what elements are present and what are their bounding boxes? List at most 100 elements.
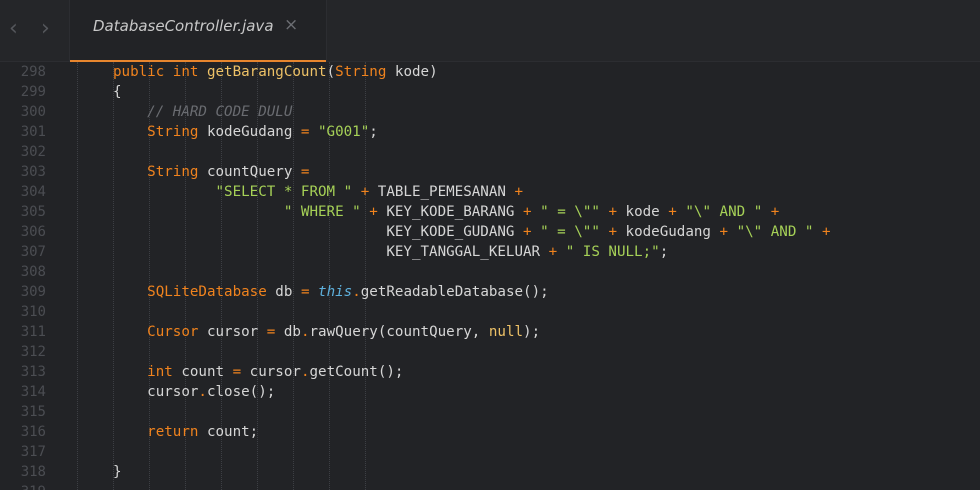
line-number: 311 <box>20 324 46 340</box>
code-line[interactable]: 298 public int getBarangCount(String kode… <box>0 62 980 82</box>
line-number: 316 <box>20 424 46 440</box>
line-number: 308 <box>20 264 46 280</box>
code-text: { <box>113 82 122 102</box>
code-line[interactable]: 299 { <box>0 82 980 102</box>
code-token: db <box>266 284 301 300</box>
chevron-left-icon[interactable]: ‹ <box>9 16 18 41</box>
code-token: cursor <box>198 324 267 340</box>
code-token: "\" AND " <box>736 224 814 240</box>
code-text: "SELECT * FROM " + TABLE_PEMESANAN + <box>113 182 524 202</box>
code-token: = <box>232 364 242 380</box>
code-token: . <box>352 284 361 300</box>
code-token: + <box>608 224 617 240</box>
code-line[interactable]: 305 " WHERE " + KEY_KODE_BARANG + " = \"… <box>0 202 980 222</box>
code-token: String <box>335 64 387 80</box>
code-token: = <box>300 164 310 180</box>
code-line[interactable]: 318} <box>0 462 980 482</box>
code-token: kodeGudang <box>198 124 301 140</box>
code-token: kode <box>617 204 669 220</box>
code-token: SQLiteDatabase <box>147 284 267 300</box>
code-token: "SELECT * FROM " <box>215 184 353 200</box>
close-icon[interactable]: × <box>284 15 298 35</box>
code-token: null <box>488 324 524 340</box>
code-token: getCount(); <box>309 364 404 380</box>
code-token: ; <box>659 244 669 260</box>
code-token: + <box>548 244 558 260</box>
code-token: cursor <box>241 364 301 380</box>
code-line[interactable]: 309 SQLiteDatabase db = this.getReadable… <box>0 282 980 302</box>
code-line[interactable]: 303 String countQuery = <box>0 162 980 182</box>
code-token: + <box>523 204 532 220</box>
code-token: ( <box>326 64 336 80</box>
code-text: } <box>113 462 122 482</box>
line-number: 307 <box>20 244 46 260</box>
line-number: 318 <box>20 464 46 480</box>
code-line[interactable]: 301 String kodeGudang = "G001"; <box>0 122 980 142</box>
code-line[interactable]: 310 <box>0 302 980 322</box>
code-line[interactable]: 311 Cursor cursor = db.rawQuery(countQue… <box>0 322 980 342</box>
code-line[interactable]: 314 cursor.close(); <box>0 382 980 402</box>
code-line[interactable]: 316 return count; <box>0 422 980 442</box>
code-token: KEY_KODE_GUDANG <box>113 224 523 240</box>
chevron-right-icon[interactable]: › <box>41 16 50 41</box>
code-line[interactable]: 304 "SELECT * FROM " + TABLE_PEMESANAN + <box>0 182 980 202</box>
code-text: KEY_KODE_GUDANG + " = \"" + kodeGudang +… <box>113 222 830 242</box>
code-token: rawQuery(countQuery, <box>309 324 489 340</box>
code-token: TABLE_PEMESANAN <box>369 184 515 200</box>
code-line[interactable]: 307 KEY_TANGGAL_KELUAR + " IS NULL;"; <box>0 242 980 262</box>
code-token: KEY_TANGGAL_KELUAR <box>113 244 549 260</box>
line-number: 313 <box>20 364 46 380</box>
line-number: 312 <box>20 344 46 360</box>
code-line[interactable]: 308 <box>0 262 980 282</box>
code-text: public int getBarangCount(String kode) <box>113 62 438 82</box>
code-token: public <box>113 64 165 80</box>
code-line[interactable]: 319 <box>0 482 980 490</box>
code-token: String <box>147 124 199 140</box>
code-token: + <box>369 204 378 220</box>
code-token: getBarangCount <box>206 64 327 80</box>
code-token: close(); <box>206 384 276 400</box>
code-line[interactable]: 317 <box>0 442 980 462</box>
line-number: 314 <box>20 384 46 400</box>
code-text: cursor.close(); <box>113 382 275 402</box>
code-token: "G001" <box>318 124 370 140</box>
code-line[interactable]: 312 <box>0 342 980 362</box>
line-number: 306 <box>20 224 46 240</box>
line-number: 298 <box>20 64 46 80</box>
code-token: String <box>147 164 199 180</box>
line-number: 302 <box>20 144 46 160</box>
code-line[interactable]: 300 // HARD CODE DULU <box>0 102 980 122</box>
code-token: + <box>514 184 524 200</box>
code-line[interactable]: 302 <box>0 142 980 162</box>
code-token: count; <box>198 424 259 440</box>
code-editor[interactable]: 298 public int getBarangCount(String kode… <box>0 62 980 490</box>
code-line[interactable]: 315 <box>0 402 980 422</box>
code-line[interactable]: 313 int count = cursor.getCount(); <box>0 362 980 382</box>
code-token: this <box>318 284 353 300</box>
code-token: . <box>198 384 207 400</box>
tab-database-controller[interactable]: DatabaseController.java × <box>69 0 327 62</box>
code-line[interactable]: 306 KEY_KODE_GUDANG + " = \"" + kodeGuda… <box>0 222 980 242</box>
code-text: // HARD CODE DULU <box>113 102 292 122</box>
code-token: countQuery <box>198 164 301 180</box>
code-token: int <box>147 364 173 380</box>
code-token: // HARD CODE DULU <box>113 104 293 120</box>
code-token: + <box>360 184 370 200</box>
code-token: Cursor <box>147 324 199 340</box>
